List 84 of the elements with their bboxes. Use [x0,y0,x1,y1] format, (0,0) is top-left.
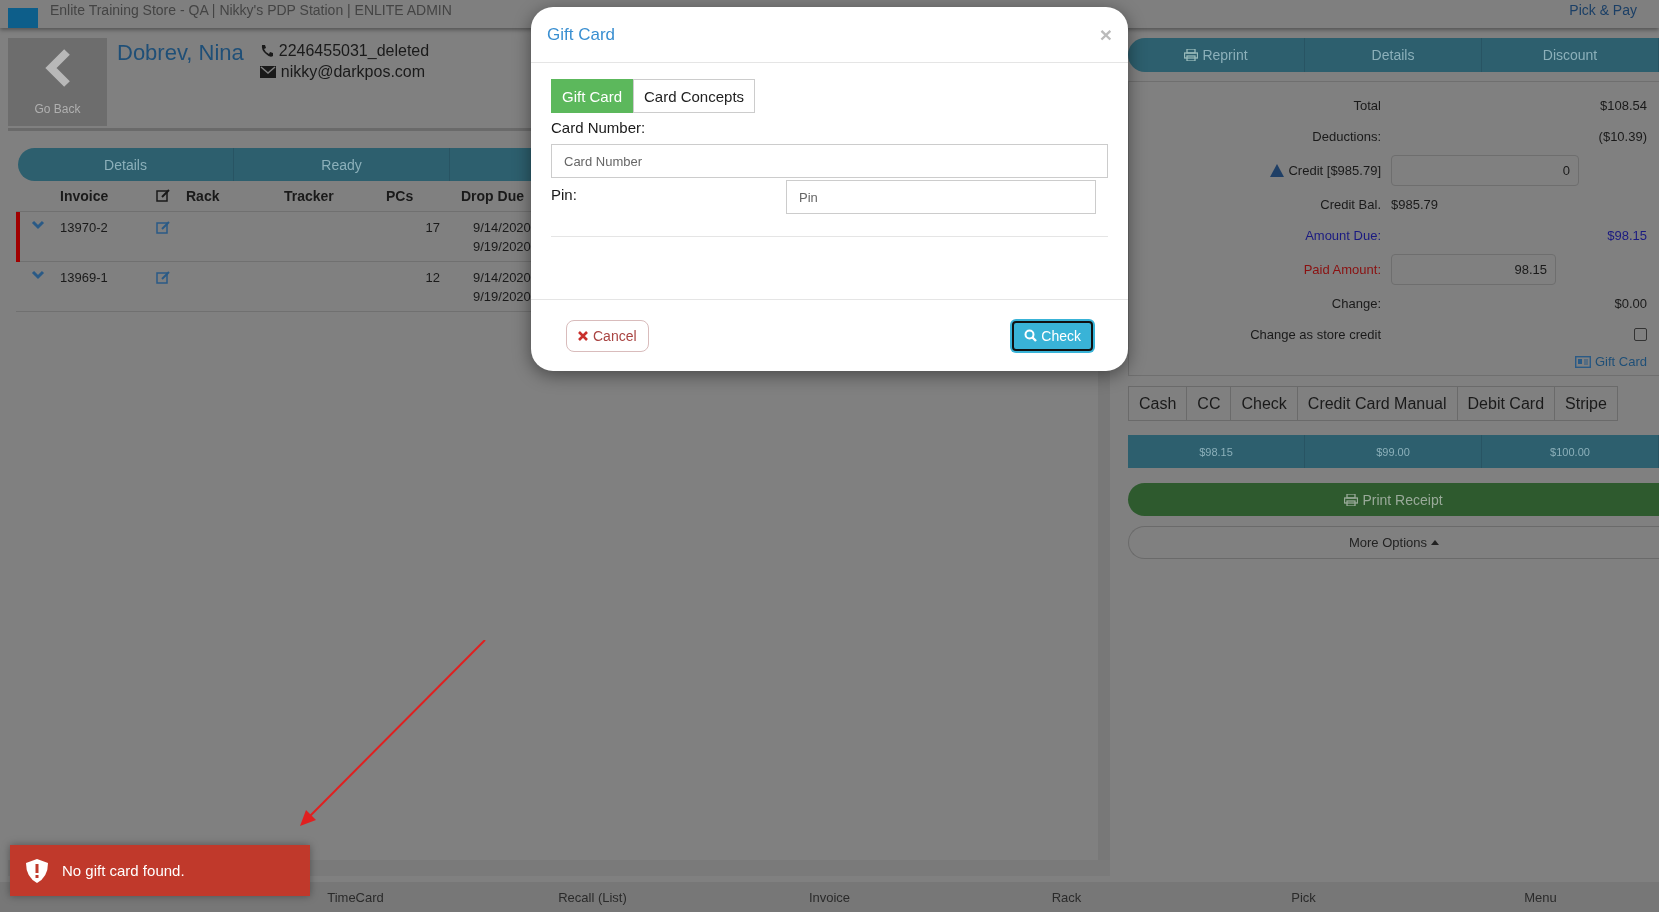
payment-method-button[interactable]: Debit Card [1456,386,1556,421]
payment-method-button[interactable]: Check [1230,386,1298,421]
edit-icon [156,187,171,202]
close-icon [578,330,588,341]
field-label: Card Number: [551,119,647,136]
nav-item[interactable]: TimeCard [237,889,474,905]
customer-name: Dobrev, Nina [117,40,244,66]
tab[interactable]: Details [18,148,234,181]
summary-label: Change: [1331,296,1381,311]
caret-up-icon [1431,540,1439,545]
amount-field[interactable]: 0 [1391,155,1579,186]
amount-button[interactable]: $98.15 [1128,435,1305,468]
chevron-down-icon[interactable] [31,220,45,230]
summary-label: Change as store credit [1250,327,1381,342]
nav-item[interactable]: Rack [948,889,1185,905]
summary-label: Amount Due: [1305,228,1381,243]
tab[interactable]: Gift Card [551,79,633,113]
tab[interactable]: Card Concepts [633,79,756,113]
summary-value: $108.54 [1600,98,1647,113]
search-icon [1024,329,1038,342]
phone-icon [259,44,274,58]
shield-icon [26,858,48,883]
printer-icon [1344,493,1359,506]
summary-label: Credit [$985.79] [1288,163,1381,178]
print-receipt-button[interactable]: Print Receipt [1128,483,1659,516]
edit-icon[interactable] [156,220,171,234]
printer-icon [1184,49,1199,61]
nav-item[interactable]: Pick [1185,889,1422,905]
tab[interactable]: Details [1305,38,1482,72]
date: 9/19/2020 [473,289,532,304]
tab[interactable]: Ready [234,148,450,181]
tab[interactable]: Reprint [1128,38,1305,72]
gift-card-link[interactable]: Gift Card [1575,354,1647,369]
id-card-icon [1575,355,1591,368]
pin-field[interactable]: Pin [786,180,1096,214]
field-label: Pin: [551,186,578,203]
app-title: Enlite Training Store - QA | Nikky's PDP Station | ENLITE ADMIN [50,2,452,20]
column-header: Tracker [284,188,335,204]
card-number-field[interactable]: Card Number [551,144,1108,178]
date: 9/14/2020 [473,220,532,235]
nav-item[interactable]: Invoice [711,889,948,905]
logo-icon [8,8,38,28]
warning-icon [1270,164,1285,177]
amount-button[interactable]: $100.00 [1482,435,1659,468]
date: 9/14/2020 [473,270,532,285]
summary-value: $985.79 [1391,197,1438,212]
envelope-icon [259,66,276,78]
column-header: PCs [386,188,415,204]
chevron-down-icon[interactable] [31,270,45,280]
amount-button[interactable]: $99.00 [1305,435,1482,468]
column-header: Drop Due [461,188,524,204]
edit-icon[interactable] [156,270,171,284]
column-header: Rack [186,188,221,204]
amount-field[interactable]: 98.15 [1391,254,1556,285]
pieces-count: 17 [424,220,440,235]
summary-value: ($10.39) [1598,129,1647,144]
summary-label: Credit Bal. [1320,197,1381,212]
phone-number: 2246455031_deleted [278,42,430,60]
summary-label: Deductions: [1312,129,1381,144]
pick-pay-link[interactable]: Pick & Pay [1569,2,1637,28]
go-back-button[interactable]: Go Back [8,38,107,126]
summary-value: $0.00 [1614,296,1647,311]
payment-method-button[interactable]: Credit Card Manual [1296,386,1458,421]
summary-value: $98.15 [1607,228,1647,243]
date: 9/19/2020 [473,239,532,254]
dialog-title: Gift Card [547,24,616,45]
column-header: Invoice [60,188,110,204]
close-button[interactable]: × [1099,22,1112,47]
payment-method-button[interactable]: Cash [1128,386,1188,421]
check-button[interactable]: Check [1012,320,1093,351]
summary-label: Paid Amount: [1303,262,1381,277]
checkbox[interactable] [1634,328,1647,341]
cancel-button[interactable]: Cancel [566,319,649,352]
nav-item[interactable]: Recall (List) [474,889,711,905]
invoice-number: 13969-1 [60,270,109,285]
email-address: nikky@darkpos.com [280,63,426,81]
invoice-number: 13970-2 [60,220,109,235]
nav-item[interactable]: Menu [1422,889,1659,905]
summary-label: Total [1353,98,1381,113]
toast-message: No gift card found. [62,862,185,879]
payment-method-button[interactable]: Stripe [1554,386,1618,421]
tab[interactable]: Discount [1482,38,1659,72]
pieces-count: 12 [424,270,440,285]
payment-method-button[interactable]: CC [1186,386,1232,421]
